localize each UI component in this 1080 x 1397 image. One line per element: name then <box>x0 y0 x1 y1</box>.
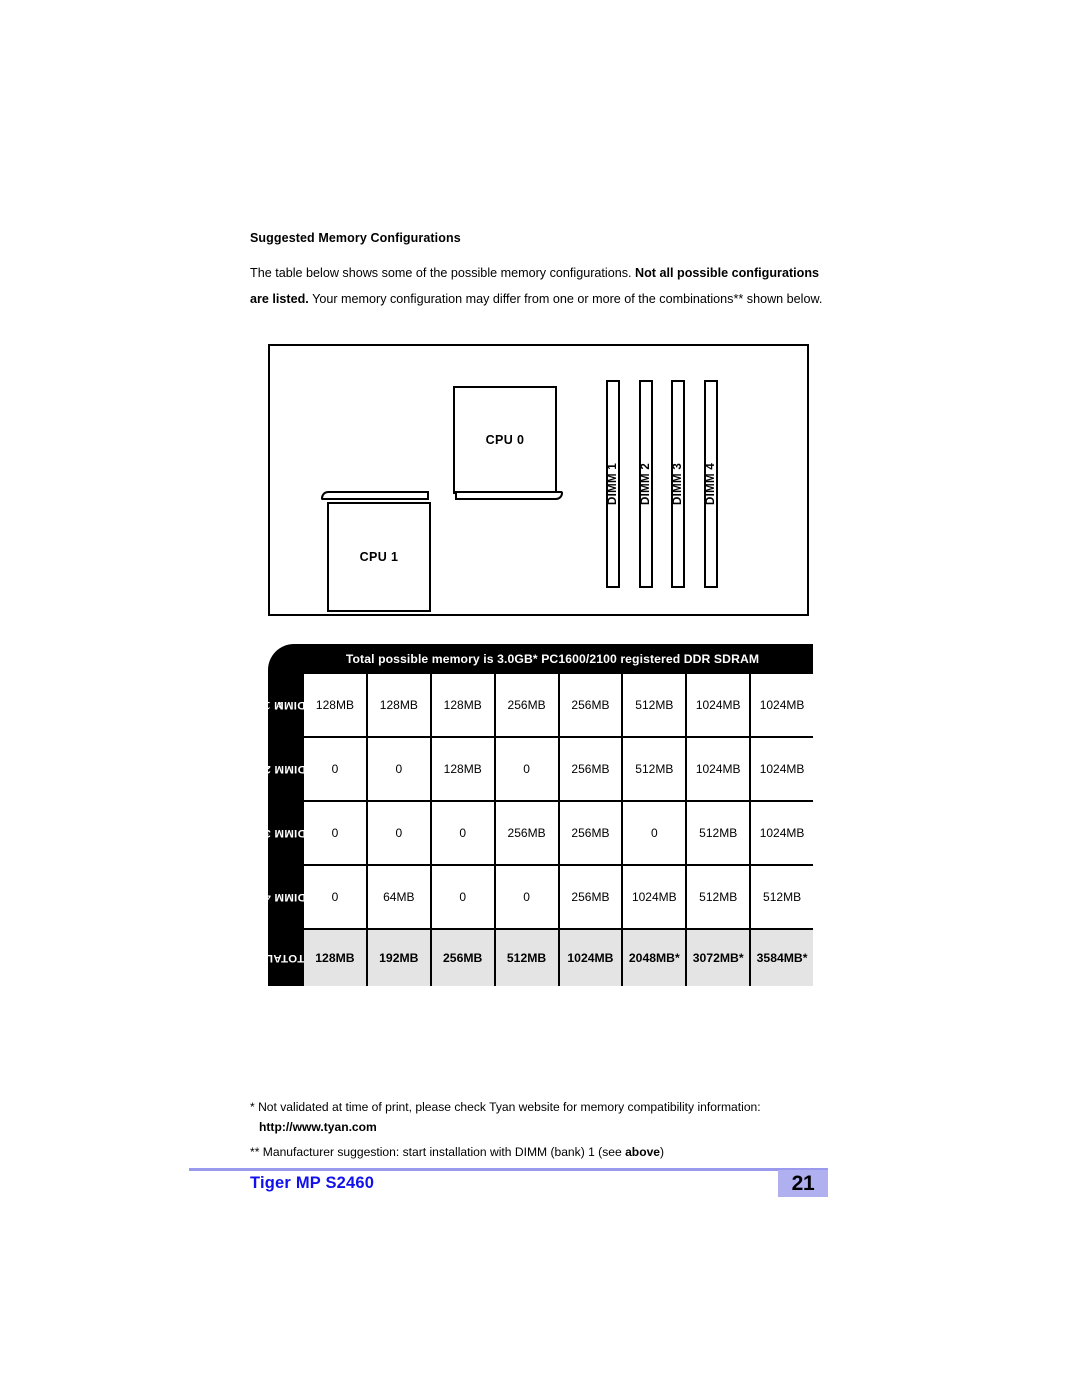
row-cells: 128MB 128MB 128MB 256MB 256MB 512MB 1024… <box>302 674 813 736</box>
table-body: DIMM 1 ** 128MB 128MB 128MB 256MB 256MB 5… <box>264 674 813 986</box>
row-label-dimm-3-text: DIMM 3 <box>264 827 306 839</box>
cpu1-label: CPU 1 <box>359 550 399 564</box>
intro-section: Suggested Memory Configurations The tabl… <box>250 231 840 312</box>
footnote-2-text: ** Manufacturer suggestion: start instal… <box>250 1145 626 1159</box>
intro-line2-normal: Your memory configuration may differ fro… <box>308 291 823 306</box>
row-label-dimm-4-text: DIMM 4 <box>264 891 306 903</box>
table-cell: 512MB <box>687 866 752 928</box>
table-cell: 0 <box>304 802 368 864</box>
row-cells: 0 64MB 0 0 256MB 1024MB 512MB 512MB <box>302 866 813 928</box>
row-label-dimm-2-text: DIMM 2 <box>264 763 306 775</box>
intro-line1-normal: The table below shows some of the possib… <box>250 265 636 280</box>
table-cell: 256MB <box>559 802 624 864</box>
table-cell: 256MB <box>559 866 624 928</box>
table-cell: 512MB <box>623 738 688 800</box>
table-cell: 1024MB <box>751 738 813 800</box>
table-cell-total: 2048MB* <box>623 930 688 986</box>
table-cell: 512MB <box>687 802 752 864</box>
table-header: Total possible memory is 3.0GB* PC1600/2… <box>345 652 760 666</box>
table-cell: 1024MB <box>687 738 752 800</box>
table-row: DIMM 4 0 64MB 0 0 256MB 1024MB 512MB 512… <box>264 866 813 928</box>
table-cell: 1024MB <box>751 802 813 864</box>
memory-configuration-table: Total possible memory is 3.0GB* PC1600/2… <box>264 644 813 986</box>
table-cell: 1024MB <box>751 674 813 736</box>
cpu0-lever-icon <box>455 491 563 500</box>
intro-paragraph: The table below shows some of the possib… <box>250 260 840 312</box>
dimm-slot-4-label: DIMM 4 <box>705 462 717 506</box>
row-label-dimm-3: DIMM 3 <box>264 802 306 864</box>
table-cell: 0 <box>495 738 560 800</box>
document-page: Suggested Memory Configurations The tabl… <box>0 0 1080 1397</box>
table-cell: 128MB <box>431 674 496 736</box>
cpu-socket-1: CPU 1 <box>321 491 431 613</box>
dimm-slot-4: DIMM 4 <box>704 380 718 588</box>
footnote-2: ** Manufacturer suggestion: start instal… <box>250 1143 870 1162</box>
footnote-2-emphasis: above <box>625 1145 661 1159</box>
table-row: DIMM 2 0 0 128MB 0 256MB 512MB 1024MB 10… <box>264 738 813 800</box>
table-cell: 128MB <box>431 738 496 800</box>
dimm-slot-2: DIMM 2 <box>639 380 653 588</box>
table-cell: 256MB <box>495 674 560 736</box>
page-number-badge: 21 <box>778 1170 828 1197</box>
table-cell: 0 <box>367 802 432 864</box>
table-cell-total: 1024MB <box>559 930 624 986</box>
tyan-website-link[interactable]: http://www.tyan.com <box>250 1118 870 1137</box>
dimm-slot-3: DIMM 3 <box>671 380 685 588</box>
table-cell: 256MB <box>559 674 624 736</box>
table-cell: 64MB <box>367 866 432 928</box>
table-cell: 256MB <box>495 802 560 864</box>
table-cell: 0 <box>304 866 368 928</box>
table-cell: 0 <box>623 802 688 864</box>
table-cell: 0 <box>495 866 560 928</box>
table-cell-total: 3584MB* <box>751 930 813 986</box>
table-row: DIMM 1 ** 128MB 128MB 128MB 256MB 256MB 5… <box>264 674 813 736</box>
table-cell: 256MB <box>559 738 624 800</box>
dimm-slot-3-label: DIMM 3 <box>672 462 684 506</box>
table-cell: 0 <box>431 802 496 864</box>
cpu-socket-0: CPU 0 <box>453 386 563 503</box>
row-label-dimm-1: DIMM 1 ** <box>264 674 306 736</box>
dimm-slot-2-label: DIMM 2 <box>640 462 652 506</box>
page-number: 21 <box>791 1171 815 1195</box>
table-cell: 128MB <box>367 674 432 736</box>
table-cell: 512MB <box>623 674 688 736</box>
dimm-slot-1-label: DIMM 1 <box>607 462 619 506</box>
dimm-slot-1: DIMM 1 <box>606 380 620 588</box>
section-heading: Suggested Memory Configurations <box>250 231 461 245</box>
table-row: DIMM 3 0 0 0 256MB 256MB 0 512MB 1024MB <box>264 802 813 864</box>
footer-document-title: Tiger MP S2460 <box>250 1174 375 1192</box>
table-cell-total: 3072MB* <box>687 930 752 986</box>
table-cell: 1024MB <box>623 866 688 928</box>
cpu1-lever-icon <box>321 491 429 500</box>
intro-line2-bold: are listed. <box>250 291 309 306</box>
cpu1-body: CPU 1 <box>327 502 431 612</box>
table-row-total: TOTAL 128MB 192MB 256MB 512MB 1024MB 204… <box>265 930 813 986</box>
row-cells: 0 0 0 256MB 256MB 0 512MB 1024MB <box>302 802 813 864</box>
row-label-dimm-2: DIMM 2 <box>264 738 306 800</box>
row-cells: 0 0 128MB 0 256MB 512MB 1024MB 1024MB <box>302 738 813 800</box>
row-label-dimm-4: DIMM 4 <box>264 866 306 928</box>
intro-line1-bold: Not all possible configurations <box>635 265 820 280</box>
row-label-total-text: TOTAL <box>265 952 305 964</box>
table-cell-total: 192MB <box>367 930 432 986</box>
footnotes-section: * Not validated at time of print, please… <box>250 1098 870 1162</box>
table-cell-total: 512MB <box>495 930 560 986</box>
table-cell: 0 <box>304 738 368 800</box>
row-label-total: TOTAL <box>265 930 305 986</box>
row-cells: 128MB 192MB 256MB 512MB 1024MB 2048MB* 3… <box>302 930 813 986</box>
motherboard-diagram: CPU 0 CPU 1 DIMM 1 DIMM 2 DIMM 3 DIMM 4 <box>268 344 809 616</box>
footer-divider <box>189 1168 828 1171</box>
table-cell-total: 128MB <box>304 930 368 986</box>
row-label-dimm-1-text: DIMM 1 <box>264 699 306 712</box>
cpu0-label: CPU 0 <box>485 433 525 447</box>
table-cell-total: 256MB <box>431 930 496 986</box>
table-cell: 512MB <box>751 866 813 928</box>
table-cell: 0 <box>367 738 432 800</box>
table-cell: 0 <box>431 866 496 928</box>
table-cell: 128MB <box>304 674 368 736</box>
cpu0-body: CPU 0 <box>453 386 557 494</box>
table-cell: 1024MB <box>687 674 752 736</box>
footnote-1: * Not validated at time of print, please… <box>250 1100 761 1114</box>
footnote-2-tail: ) <box>660 1145 665 1159</box>
